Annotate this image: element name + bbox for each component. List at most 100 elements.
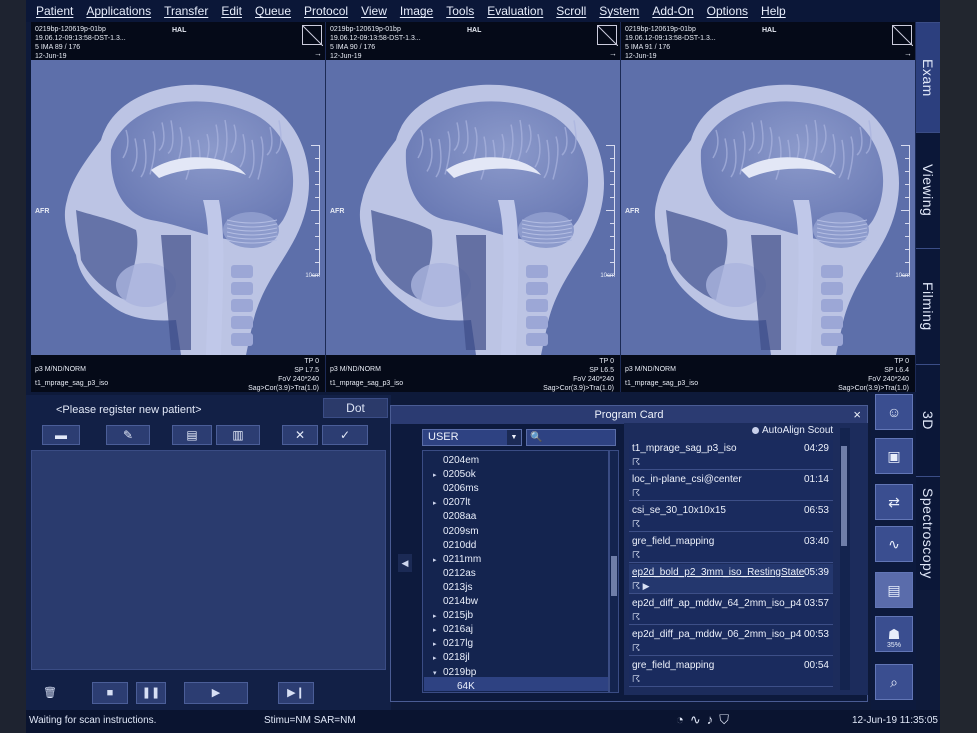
tree-item[interactable]: ▸ 0215jb bbox=[433, 610, 473, 624]
document-icon[interactable]: ▥ bbox=[216, 425, 260, 445]
menu-scroll[interactable]: Scroll bbox=[556, 4, 586, 18]
protocol-row[interactable]: loc_in-plane_csi@center 01:14 ☈ bbox=[629, 471, 833, 501]
menu-add-on[interactable]: Add-On bbox=[652, 4, 693, 18]
tree-item[interactable]: 64K bbox=[447, 681, 475, 695]
viewer-corner-icon[interactable] bbox=[597, 25, 618, 46]
timer-icon[interactable]: ◔ bbox=[676, 712, 684, 728]
viewer-tp: TP 0 bbox=[599, 358, 614, 365]
patient-head-icon[interactable]: ☺ bbox=[875, 394, 913, 430]
waveform-icon[interactable]: ∿ bbox=[875, 526, 913, 562]
protocol-row[interactable]: ep2d_bold_p2_3mm_iso_RestingState 05:39 ☈ … bbox=[629, 564, 833, 594]
protocol-row[interactable]: gre_field_mapping 00:54 ☈ bbox=[629, 657, 833, 687]
skip-button[interactable]: ▶❙ bbox=[278, 681, 314, 704]
patient-figure-icon: ☈ bbox=[632, 488, 641, 498]
viewer-orientation-hal: HAL bbox=[467, 27, 482, 34]
tree-item[interactable]: 0209sm bbox=[433, 526, 479, 540]
viewer-footer: p3 M/ND/NORM t1_mprage_sag_p3_iso TP 0 S… bbox=[326, 355, 620, 392]
tree-item[interactable]: ▸ 0216aj bbox=[433, 624, 473, 638]
dot-button[interactable]: Dot bbox=[323, 398, 388, 418]
menu-patient[interactable]: Patient bbox=[36, 4, 73, 18]
tree-item[interactable]: 0204em bbox=[433, 455, 479, 469]
patient-register-prompt: <Please register new patient> bbox=[56, 404, 202, 416]
menu-queue[interactable]: Queue bbox=[255, 4, 291, 18]
protocol-row[interactable]: ep2d_diff_pa_mddw_06_2mm_iso_p4 00:53 ☈ bbox=[629, 626, 833, 656]
trash-icon[interactable]: 🗑 bbox=[36, 682, 64, 704]
tab-spectroscopy[interactable]: Spectroscopy bbox=[916, 476, 940, 590]
menu-evaluation[interactable]: Evaluation bbox=[487, 4, 543, 18]
signal-icon[interactable]: ∿ bbox=[690, 712, 701, 728]
pause-button[interactable]: ❚❚ bbox=[136, 681, 166, 704]
menu-image[interactable]: Image bbox=[400, 4, 433, 18]
image-viewer-2[interactable]: 0219bp-120619p-01bp 19.06.12-09:13:58-DS… bbox=[326, 22, 621, 392]
viewer-corner-icon[interactable] bbox=[302, 25, 323, 46]
menu-help[interactable]: Help bbox=[761, 4, 786, 18]
menu-applications[interactable]: Applications bbox=[86, 4, 151, 18]
menu-protocol[interactable]: Protocol bbox=[304, 4, 348, 18]
tree-item-label: 0211mm bbox=[443, 553, 482, 565]
window-icon[interactable]: ▣ bbox=[875, 438, 913, 474]
tab-exam[interactable]: Exam bbox=[916, 22, 940, 132]
right-toolbar: ☺ ▣ ⇄ ∿ ▤ ☗ 35% ⌕ bbox=[871, 392, 916, 710]
stop-button[interactable]: ■ bbox=[92, 681, 128, 704]
speaker-icon[interactable]: ♪ bbox=[707, 712, 714, 728]
tree-item[interactable]: ▸ 0211mm bbox=[433, 554, 481, 568]
folder-icon[interactable]: ▤ bbox=[172, 425, 212, 445]
tab-3d[interactable]: 3D bbox=[916, 364, 940, 476]
protocol-duration: 03:40 bbox=[803, 536, 829, 547]
tree-item[interactable]: 0213js bbox=[433, 582, 472, 596]
menu-tools[interactable]: Tools bbox=[446, 4, 474, 18]
close-icon[interactable]: × bbox=[853, 407, 861, 422]
menu-transfer[interactable]: Transfer bbox=[164, 4, 208, 18]
autoalign-scout-option[interactable]: AutoAlign Scout bbox=[752, 425, 833, 436]
tree-item[interactable]: ▸ 0217lg bbox=[433, 638, 473, 652]
viewer-orientation-afr: AFR bbox=[625, 208, 640, 215]
tree-item[interactable]: 0208aa bbox=[433, 511, 476, 525]
collapse-button[interactable]: ▬ bbox=[42, 425, 80, 445]
protocol-row[interactable]: t1_mprage_sag_p3_iso 04:29 ☈ bbox=[629, 440, 833, 470]
cancel-button[interactable]: ✕ bbox=[282, 425, 318, 445]
viewer-fov: FoV 240*240 bbox=[868, 376, 909, 383]
syringe-icon[interactable]: ✎ bbox=[106, 425, 150, 445]
menu-system[interactable]: System bbox=[599, 4, 639, 18]
patient-toolbar: ▬ ✎ ▤ ▥ ✕ ✓ bbox=[42, 425, 372, 445]
expand-arrow-icon: ▸ bbox=[433, 500, 437, 508]
tree-item[interactable]: 0212as bbox=[433, 568, 476, 582]
tab-viewing[interactable]: Viewing bbox=[916, 132, 940, 248]
tree-item-label: 0217lg bbox=[443, 638, 474, 650]
zoom-icon[interactable]: ⌕ bbox=[875, 664, 913, 700]
viewer-header: 0219bp-120619p-01bp 19.06.12-09:13:58-DS… bbox=[326, 22, 620, 60]
tree-item[interactable]: ▸ 0205ok bbox=[433, 469, 476, 483]
viewer-sp: SP L6.5 bbox=[589, 367, 614, 374]
protocol-row[interactable]: ep2d_diff_ap_mddw_64_2mm_iso_p4 03:57 ☈ bbox=[629, 595, 833, 625]
chevron-left-icon[interactable]: ◀ bbox=[398, 554, 412, 572]
user-dropdown[interactable]: USER ▼ bbox=[422, 429, 522, 446]
shield-icon[interactable]: ⛉ bbox=[719, 712, 729, 728]
protocol-row[interactable]: gre_field_mapping 03:40 ☈ bbox=[629, 533, 833, 563]
tree-item[interactable]: 0206ms bbox=[433, 483, 479, 497]
tree-scrollbar[interactable] bbox=[609, 450, 619, 693]
confirm-button[interactable]: ✓ bbox=[322, 425, 368, 445]
tree-item-label: 0215jb bbox=[443, 610, 474, 622]
tree-item[interactable]: ▾ 0219bp bbox=[433, 667, 476, 681]
exchange-icon[interactable]: ⇄ bbox=[875, 484, 913, 520]
protocol-scrollbar[interactable] bbox=[840, 428, 850, 690]
play-button[interactable]: ▶ bbox=[184, 681, 248, 704]
image-viewer-3[interactable]: 0219bp-120619p-01bp 19.06.12-09:13:58-DS… bbox=[621, 22, 916, 392]
menu-edit[interactable]: Edit bbox=[221, 4, 242, 18]
menu-options[interactable]: Options bbox=[707, 4, 748, 18]
tree-item[interactable]: 0214bw bbox=[433, 596, 478, 610]
tree-item[interactable]: ▸ 0207lt bbox=[433, 497, 470, 511]
protocol-row[interactable]: csi_se_30_10x10x15 06:53 ☈ bbox=[629, 502, 833, 532]
body-coil-icon[interactable]: ☗ 35% bbox=[875, 616, 913, 652]
protocol-card-icon[interactable]: ▤ bbox=[875, 572, 913, 608]
coil-percent: 35% bbox=[886, 642, 901, 649]
tab-filming[interactable]: Filming bbox=[916, 248, 940, 364]
tree-item[interactable]: 0210dd bbox=[433, 540, 476, 554]
tree-item[interactable]: ▸ 0218jl bbox=[433, 652, 470, 666]
search-input[interactable]: 🔍 bbox=[526, 429, 616, 446]
viewer-corner-icon[interactable] bbox=[892, 25, 913, 46]
menu-view[interactable]: View bbox=[361, 4, 387, 18]
protocol-tree[interactable]: 0204em ▸ 0205ok 0206ms ▸ 0207lt 0208aa 0209sm 02… bbox=[422, 450, 609, 693]
image-viewer-1[interactable]: 0219bp-120619p-01bp 19.06.12-09:13:58-DS… bbox=[31, 22, 326, 392]
patient-list[interactable] bbox=[31, 450, 386, 670]
